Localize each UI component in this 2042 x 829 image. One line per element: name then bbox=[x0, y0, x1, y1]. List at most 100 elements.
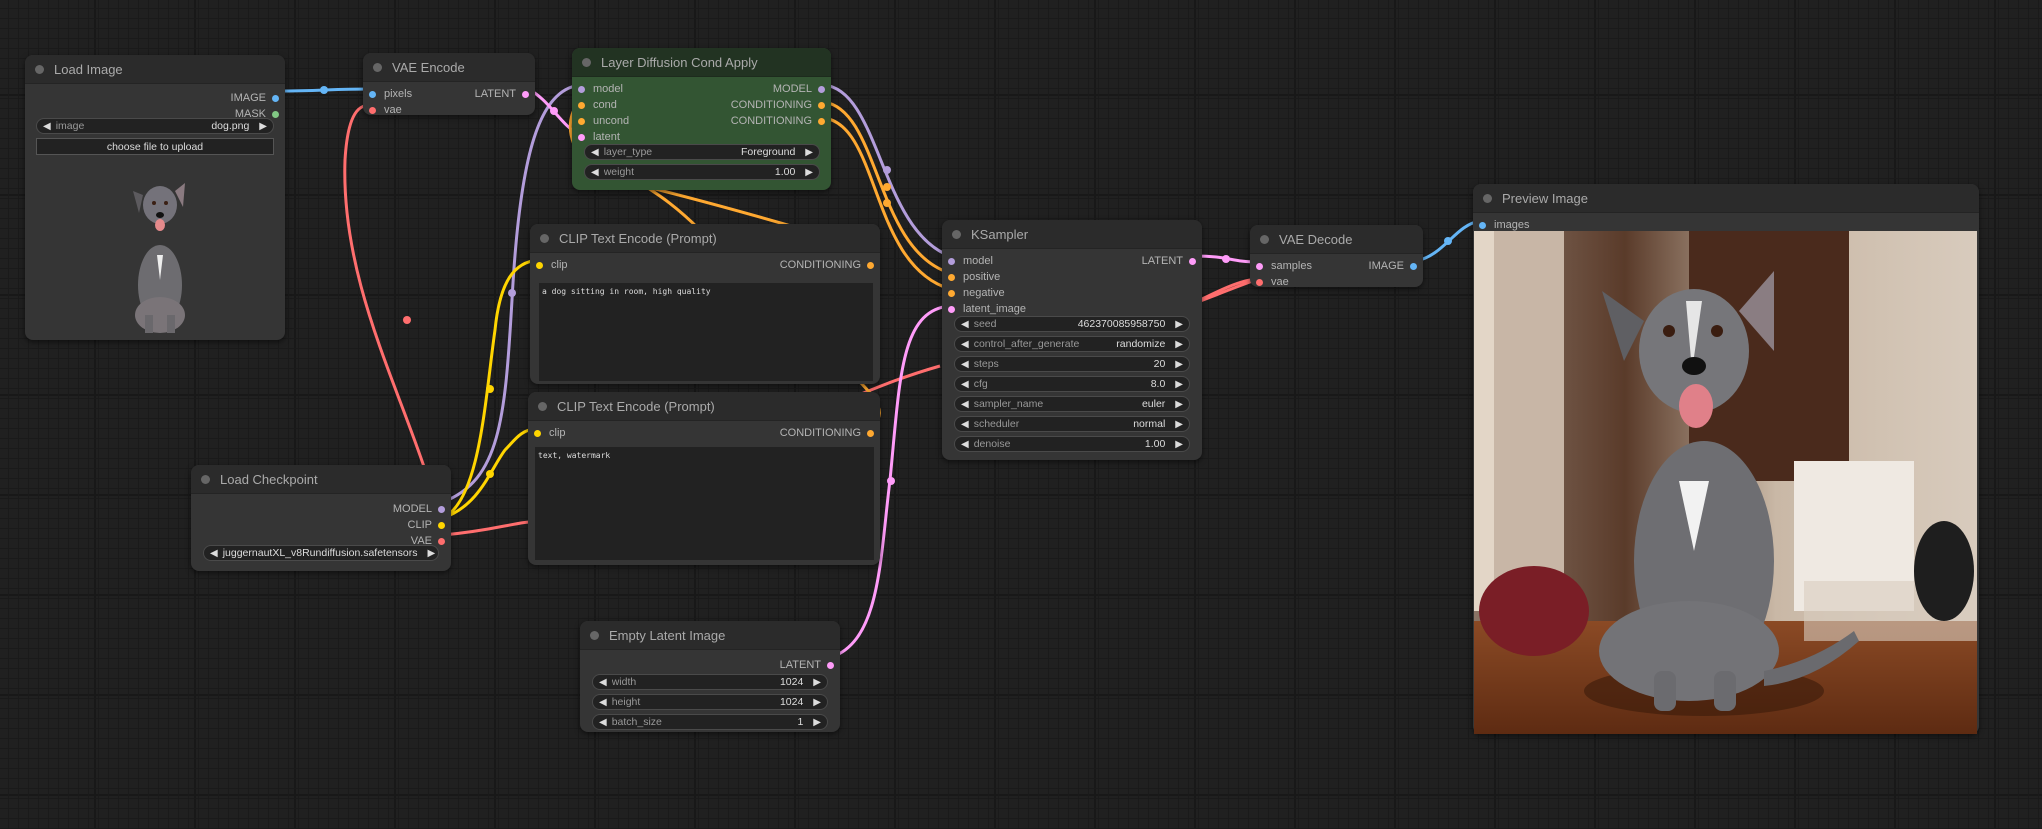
node-title-bar[interactable]: Preview Image bbox=[1473, 184, 1979, 213]
increment-arrow-icon[interactable]: ▶ bbox=[259, 121, 267, 132]
slot-pin[interactable] bbox=[578, 117, 585, 125]
increment-arrow-icon[interactable]: ▶ bbox=[813, 677, 821, 688]
batch-size-widget[interactable]: ◀ batch_size 1 ▶ bbox=[592, 714, 828, 730]
prompt-textarea[interactable]: a dog sitting in room, high quality bbox=[539, 283, 873, 381]
slot-pin[interactable] bbox=[522, 90, 529, 98]
slot-pin[interactable] bbox=[1256, 278, 1263, 286]
decrement-arrow-icon[interactable]: ◀ bbox=[591, 147, 599, 158]
slot-pin[interactable] bbox=[948, 257, 955, 265]
output-slot-image[interactable]: IMAGE bbox=[1369, 258, 1417, 274]
decrement-arrow-icon[interactable]: ◀ bbox=[43, 121, 51, 132]
node-title-bar[interactable]: VAE Encode bbox=[363, 53, 535, 82]
output-slot-conditioning[interactable]: CONDITIONING bbox=[731, 113, 825, 129]
collapse-dot[interactable] bbox=[35, 64, 44, 74]
weight-number-widget[interactable]: ◀ weight 1.00 ▶ bbox=[584, 164, 820, 180]
layer-type-combo-widget[interactable]: ◀ layer_type Foreground ▶ bbox=[584, 144, 820, 160]
input-slot-model[interactable]: model bbox=[948, 253, 993, 269]
slot-pin[interactable] bbox=[578, 85, 585, 93]
link-clip-to-neg[interactable] bbox=[442, 426, 539, 520]
denoise-widget[interactable]: ◀ denoise 1.00 ▶ bbox=[954, 436, 1190, 452]
decrement-arrow-icon[interactable]: ◀ bbox=[599, 717, 607, 728]
node-graph-canvas[interactable]: Load Image IMAGE MASK ◀ image dog.png ▶ cho… bbox=[0, 0, 2042, 829]
output-slot-model[interactable]: MODEL bbox=[773, 81, 825, 97]
increment-arrow-icon[interactable]: ▶ bbox=[1175, 399, 1183, 410]
control-after-generate-widget[interactable]: ◀ control_after_generate randomize ▶ bbox=[954, 336, 1190, 352]
link-decode-image-to-preview[interactable] bbox=[1415, 219, 1481, 263]
collapse-dot[interactable] bbox=[590, 630, 599, 640]
output-slot-latent[interactable]: LATENT bbox=[475, 86, 529, 102]
slot-pin[interactable] bbox=[948, 273, 955, 281]
slot-pin[interactable] bbox=[578, 133, 585, 141]
slot-pin[interactable] bbox=[578, 101, 585, 109]
slot-pin[interactable] bbox=[948, 305, 955, 313]
link-midpoint[interactable] bbox=[486, 470, 494, 478]
node-title-bar[interactable]: Empty Latent Image bbox=[580, 621, 840, 650]
decrement-arrow-icon[interactable]: ◀ bbox=[961, 439, 969, 450]
preview-image-output[interactable] bbox=[1474, 231, 1977, 734]
increment-arrow-icon[interactable]: ▶ bbox=[805, 147, 813, 158]
slot-pin[interactable] bbox=[1256, 262, 1263, 270]
node-load-image[interactable]: Load Image IMAGE MASK ◀ image dog.png ▶ cho… bbox=[25, 55, 285, 340]
increment-arrow-icon[interactable]: ▶ bbox=[1175, 339, 1183, 350]
width-widget[interactable]: ◀ width 1024 ▶ bbox=[592, 674, 828, 690]
input-slot-clip[interactable]: clip bbox=[534, 425, 566, 441]
node-title-bar[interactable]: KSampler bbox=[942, 220, 1202, 249]
link-midpoint[interactable] bbox=[403, 316, 411, 324]
sampler-name-widget[interactable]: ◀ sampler_name euler ▶ bbox=[954, 396, 1190, 412]
link-midpoint[interactable] bbox=[486, 385, 494, 393]
output-slot-latent[interactable]: LATENT bbox=[780, 657, 834, 673]
node-empty-latent-image[interactable]: Empty Latent Image LATENT ◀ width 1024 ▶ ◀ h… bbox=[580, 621, 840, 732]
decrement-arrow-icon[interactable]: ◀ bbox=[591, 167, 599, 178]
increment-arrow-icon[interactable]: ▶ bbox=[427, 548, 435, 559]
node-vae-encode[interactable]: VAE Encode pixels LATENT vae bbox=[363, 53, 535, 118]
ckpt-name-combo-widget[interactable]: ◀ juggernautXL_v8Rundiffusion.safetensors… bbox=[203, 545, 439, 561]
decrement-arrow-icon[interactable]: ◀ bbox=[961, 319, 969, 330]
collapse-dot[interactable] bbox=[201, 474, 210, 484]
slot-pin[interactable] bbox=[1189, 257, 1196, 265]
input-slot-negative[interactable]: negative bbox=[948, 285, 1005, 301]
link-midpoint[interactable] bbox=[1222, 255, 1230, 263]
node-title-bar[interactable]: CLIP Text Encode (Prompt) bbox=[528, 392, 880, 421]
increment-arrow-icon[interactable]: ▶ bbox=[1175, 419, 1183, 430]
link-midpoint[interactable] bbox=[887, 477, 895, 485]
slot-pin[interactable] bbox=[818, 85, 825, 93]
input-slot-cond[interactable]: cond bbox=[578, 97, 617, 113]
decrement-arrow-icon[interactable]: ◀ bbox=[961, 379, 969, 390]
decrement-arrow-icon[interactable]: ◀ bbox=[210, 548, 218, 559]
node-ksampler[interactable]: KSampler model LATENT positive negative … bbox=[942, 220, 1202, 460]
output-slot-clip[interactable]: CLIP bbox=[408, 517, 445, 533]
input-slot-latent-image[interactable]: latent_image bbox=[948, 301, 1026, 317]
slot-pin[interactable] bbox=[438, 505, 445, 513]
slot-pin[interactable] bbox=[369, 90, 376, 98]
prompt-textarea[interactable]: text, watermark bbox=[535, 447, 874, 560]
cfg-widget[interactable]: ◀ cfg 8.0 ▶ bbox=[954, 376, 1190, 392]
node-title-bar[interactable]: Load Image bbox=[25, 55, 285, 84]
node-clip-text-encode-negative[interactable]: CLIP Text Encode (Prompt) clip CONDITION… bbox=[528, 392, 880, 565]
slot-pin[interactable] bbox=[867, 261, 874, 269]
link-midpoint[interactable] bbox=[1444, 237, 1452, 245]
increment-arrow-icon[interactable]: ▶ bbox=[1175, 379, 1183, 390]
slot-pin[interactable] bbox=[867, 429, 874, 437]
increment-arrow-icon[interactable]: ▶ bbox=[1175, 319, 1183, 330]
link-midpoint[interactable] bbox=[550, 107, 558, 115]
node-preview-image[interactable]: Preview Image images bbox=[1473, 184, 1979, 734]
input-slot-uncond[interactable]: uncond bbox=[578, 113, 629, 129]
increment-arrow-icon[interactable]: ▶ bbox=[813, 717, 821, 728]
collapse-dot[interactable] bbox=[538, 401, 547, 411]
node-vae-decode[interactable]: VAE Decode samples IMAGE vae bbox=[1250, 225, 1423, 290]
collapse-dot[interactable] bbox=[540, 233, 549, 243]
input-slot-vae[interactable]: vae bbox=[1256, 274, 1289, 290]
input-slot-vae[interactable]: vae bbox=[369, 102, 402, 118]
collapse-dot[interactable] bbox=[1260, 234, 1269, 244]
output-slot-model[interactable]: MODEL bbox=[393, 501, 445, 517]
seed-widget[interactable]: ◀ seed 462370085958750 ▶ bbox=[954, 316, 1190, 332]
slot-pin[interactable] bbox=[536, 261, 543, 269]
link-midpoint[interactable] bbox=[883, 166, 891, 174]
slot-pin[interactable] bbox=[369, 106, 376, 114]
output-slot-conditioning[interactable]: CONDITIONING bbox=[780, 257, 874, 273]
collapse-dot[interactable] bbox=[1483, 193, 1492, 203]
output-slot-conditioning[interactable]: CONDITIONING bbox=[731, 97, 825, 113]
link-image-to-pixels[interactable] bbox=[277, 87, 372, 93]
input-slot-pixels[interactable]: pixels bbox=[369, 86, 412, 102]
increment-arrow-icon[interactable]: ▶ bbox=[1175, 439, 1183, 450]
